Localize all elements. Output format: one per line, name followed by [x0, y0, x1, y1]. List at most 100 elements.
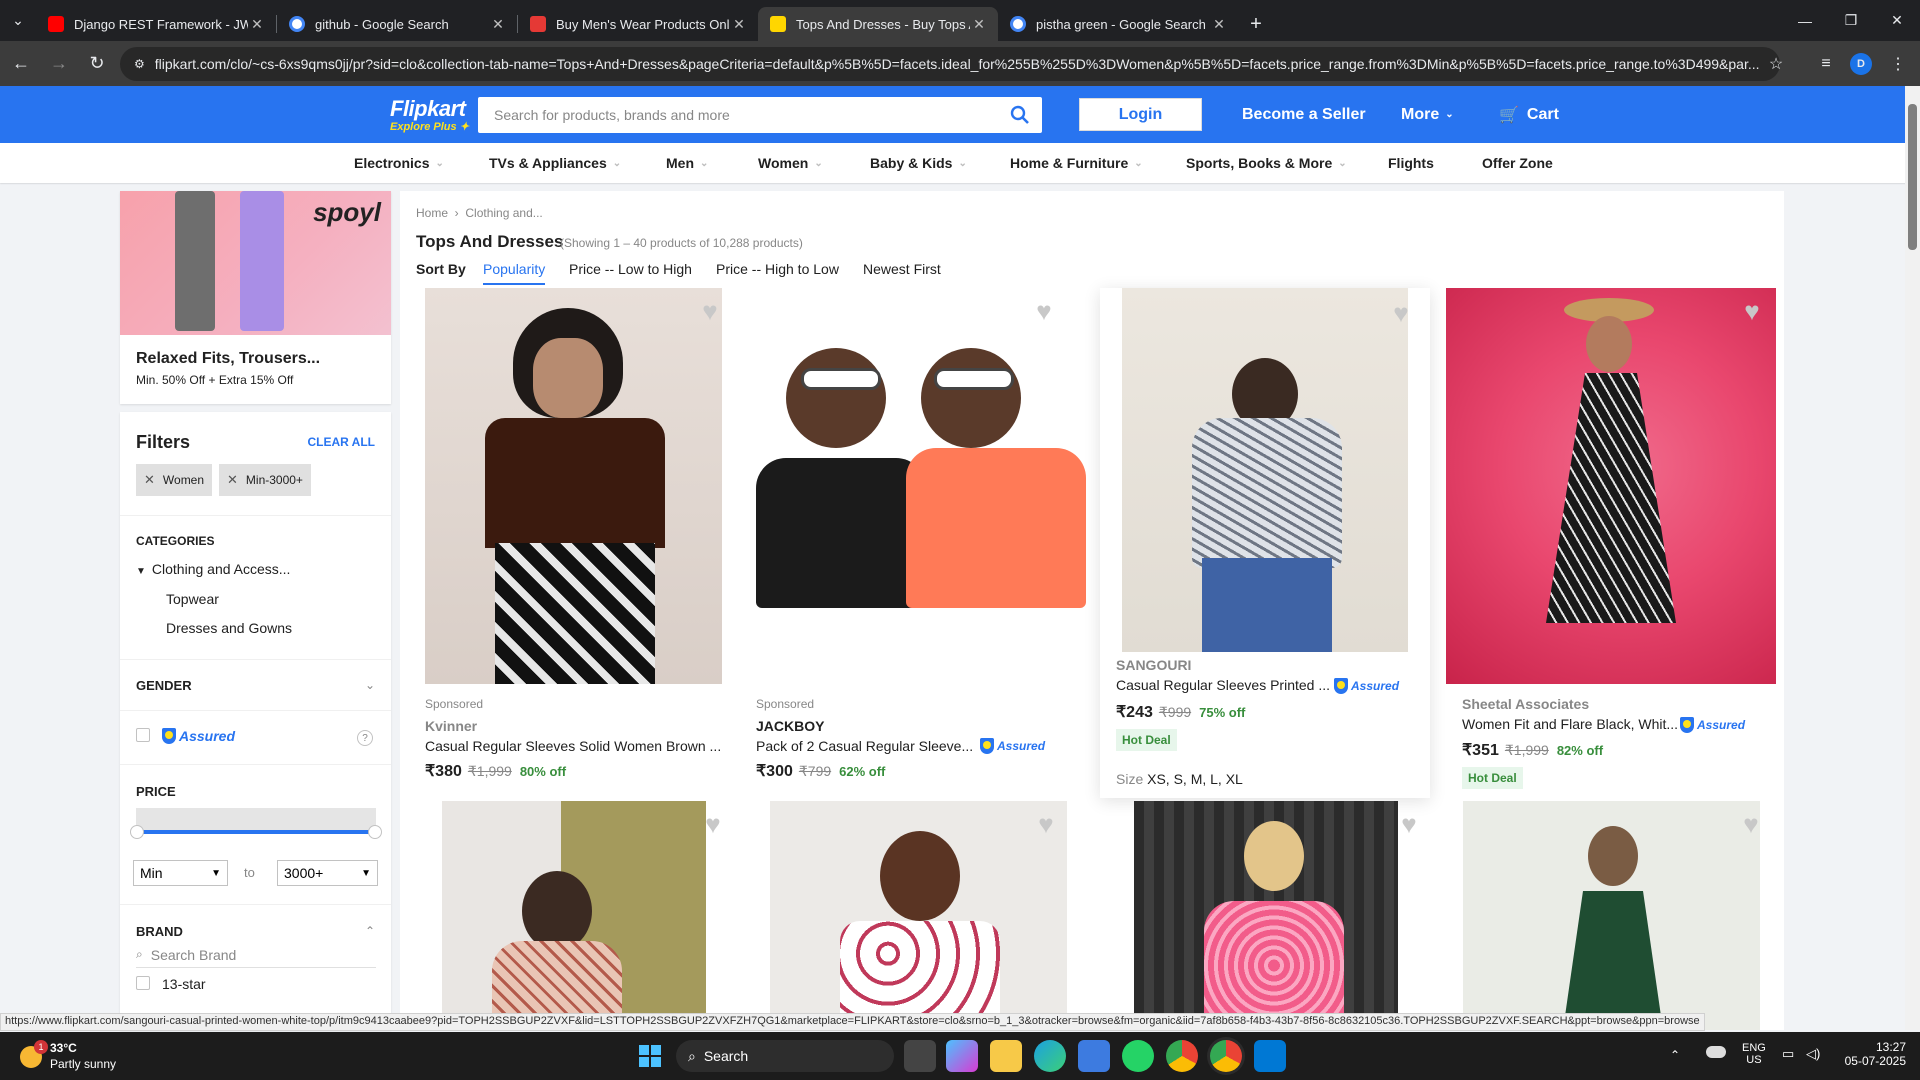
wishlist-heart-icon[interactable]: ♥	[1388, 300, 1414, 326]
bookmark-star-icon[interactable]: ☆	[1760, 41, 1792, 86]
wishlist-heart-icon[interactable]: ♥	[697, 298, 723, 324]
brand-search-input[interactable]: Search Brand	[151, 947, 237, 963]
close-tab-icon[interactable]: ✕	[248, 16, 266, 33]
forward-icon[interactable]: →	[42, 47, 76, 81]
search-icon[interactable]	[998, 105, 1042, 125]
nav-women[interactable]: Women ⌄	[758, 143, 823, 183]
product-image[interactable]	[756, 288, 1086, 684]
assured-checkbox[interactable]	[136, 728, 150, 742]
edge-icon[interactable]	[1034, 1040, 1066, 1072]
browser-tab[interactable]: pistha green - Google Search ✕	[998, 7, 1238, 41]
product-image[interactable]	[1463, 801, 1760, 1030]
volume-icon[interactable]: ◁)	[1806, 1046, 1820, 1062]
promo-banner[interactable]: spoyl Relaxed Fits, Trousers... Min. 50%…	[120, 191, 391, 404]
brand-checkbox[interactable]	[136, 976, 150, 990]
nav-tvs-appliances[interactable]: TVs & Appliances ⌄	[489, 143, 621, 183]
new-tab-button[interactable]: +	[1238, 7, 1274, 41]
category-topwear[interactable]: Topwear	[166, 591, 219, 607]
microsoft-store-icon[interactable]	[1078, 1040, 1110, 1072]
flipkart-logo[interactable]: Flipkart Explore Plus ✦	[390, 96, 469, 133]
nav-men[interactable]: Men ⌄	[666, 143, 708, 183]
back-icon[interactable]: ←	[4, 47, 38, 81]
become-seller-link[interactable]: Become a Seller	[1242, 98, 1366, 131]
category-dresses-gowns[interactable]: Dresses and Gowns	[166, 620, 292, 636]
close-icon[interactable]: ✕	[144, 472, 155, 488]
clock[interactable]: 13:27 05-07-2025	[1840, 1040, 1906, 1068]
browser-tab[interactable]: github - Google Search ✕	[277, 7, 517, 41]
close-tab-icon[interactable]: ✕	[489, 16, 507, 33]
search-input[interactable]	[478, 97, 998, 133]
minimize-icon[interactable]: —	[1782, 0, 1828, 41]
nav-baby-kids[interactable]: Baby & Kids ⌄	[870, 143, 967, 183]
product-card[interactable]: ♥ Sponsored Kvinner Casual Regular Sleev…	[412, 288, 742, 788]
close-window-icon[interactable]: ✕	[1874, 0, 1920, 41]
chrome-profile-icon[interactable]	[1210, 1040, 1242, 1072]
copilot-icon[interactable]	[946, 1040, 978, 1072]
product-image[interactable]	[1134, 801, 1398, 1030]
product-name[interactable]: Casual Regular Sleeves Printed ...	[1116, 677, 1330, 693]
wishlist-heart-icon[interactable]: ♥	[1738, 811, 1764, 837]
filter-chip-women[interactable]: ✕ Women	[136, 464, 213, 496]
wishlist-heart-icon[interactable]: ♥	[1031, 298, 1057, 324]
weather-widget[interactable]: 1	[18, 1040, 48, 1070]
sort-price-high-low[interactable]: Price -- High to Low	[716, 261, 839, 277]
filter-chip-price[interactable]: ✕ Min-3000+	[219, 464, 311, 496]
nav-sports-books[interactable]: Sports, Books & More ⌄	[1186, 143, 1347, 183]
scrollbar-thumb[interactable]	[1908, 104, 1917, 250]
file-explorer-icon[interactable]	[990, 1040, 1022, 1072]
network-icon[interactable]: ▭	[1782, 1046, 1794, 1062]
sort-price-low-high[interactable]: Price -- Low to High	[569, 261, 692, 277]
product-name[interactable]: Casual Regular Sleeves Solid Women Brown…	[425, 738, 721, 754]
more-menu[interactable]: More ⌄	[1401, 98, 1454, 131]
browser-menu-icon[interactable]: ⋮	[1882, 41, 1914, 86]
price-min-select[interactable]: Min ▼	[133, 860, 228, 886]
chrome-icon[interactable]	[1166, 1040, 1198, 1072]
media-control-icon[interactable]: ≡	[1810, 41, 1842, 86]
site-info-icon[interactable]: ⚙	[134, 57, 145, 71]
login-button[interactable]: Login	[1079, 98, 1202, 131]
close-tab-icon[interactable]: ✕	[1210, 16, 1228, 33]
price-slider-max-handle[interactable]	[368, 825, 382, 839]
whatsapp-icon[interactable]	[1122, 1040, 1154, 1072]
chevron-down-icon[interactable]: ⌄	[365, 678, 375, 692]
category-clothing[interactable]: ▼ Clothing and Access...	[136, 561, 290, 577]
breadcrumb-home[interactable]: Home	[416, 206, 448, 220]
product-image[interactable]	[770, 801, 1067, 1030]
product-name[interactable]: Pack of 2 Casual Regular Sleeve...	[756, 738, 973, 754]
vscode-icon[interactable]	[1254, 1040, 1286, 1072]
product-card-hovered[interactable]: ♥ SANGOURI Casual Regular Sleeves Printe…	[1100, 288, 1430, 798]
page-scrollbar[interactable]	[1905, 86, 1920, 1030]
product-image[interactable]	[425, 288, 722, 684]
product-card[interactable]: ♥ Sheetal Associates Women Fit and Flare…	[1446, 288, 1776, 798]
sort-popularity[interactable]: Popularity	[483, 261, 546, 285]
product-name[interactable]: Women Fit and Flare Black, Whit...	[1462, 716, 1678, 732]
browser-tab[interactable]: Django REST Framework - JWT ✕	[36, 7, 276, 41]
help-icon[interactable]: ?	[357, 730, 373, 746]
browser-tab[interactable]: Buy Men's Wear Products Onlin ✕	[518, 7, 758, 41]
close-tab-icon[interactable]: ✕	[730, 16, 748, 33]
product-card[interactable]: ♥ Sponsored JACKBOY Pack of 2 Casual Reg…	[746, 288, 1086, 788]
product-image[interactable]	[1446, 288, 1776, 684]
onedrive-icon[interactable]	[1706, 1046, 1726, 1058]
chevron-up-icon[interactable]: ⌃	[365, 924, 375, 938]
nav-home-furniture[interactable]: Home & Furniture ⌄	[1010, 143, 1143, 183]
restore-icon[interactable]: ❐	[1828, 0, 1874, 41]
brand-option[interactable]: 13-star	[162, 976, 206, 992]
wishlist-heart-icon[interactable]: ♥	[1033, 811, 1059, 837]
nav-electronics[interactable]: Electronics ⌄	[354, 143, 444, 183]
task-view-icon[interactable]	[904, 1040, 936, 1072]
price-max-select[interactable]: 3000+ ▼	[277, 860, 378, 886]
chevron-up-icon[interactable]: ⌃	[1670, 1048, 1680, 1062]
sort-newest-first[interactable]: Newest First	[863, 261, 941, 277]
close-icon[interactable]: ✕	[227, 472, 238, 488]
product-image[interactable]	[442, 801, 706, 1030]
wishlist-heart-icon[interactable]: ♥	[1739, 298, 1765, 324]
nav-offer-zone[interactable]: Offer Zone	[1482, 143, 1553, 183]
breadcrumb-clothing[interactable]: Clothing and...	[465, 206, 542, 220]
taskbar-search[interactable]: ⌕ Search	[676, 1040, 894, 1072]
gender-heading[interactable]: GENDER	[136, 678, 192, 693]
price-slider-min-handle[interactable]	[130, 825, 144, 839]
close-tab-icon[interactable]: ✕	[970, 16, 988, 33]
address-bar[interactable]: ⚙ flipkart.com/clo/~cs-6xs9qms0jj/pr?sid…	[120, 47, 1780, 81]
wishlist-heart-icon[interactable]: ♥	[700, 811, 726, 837]
